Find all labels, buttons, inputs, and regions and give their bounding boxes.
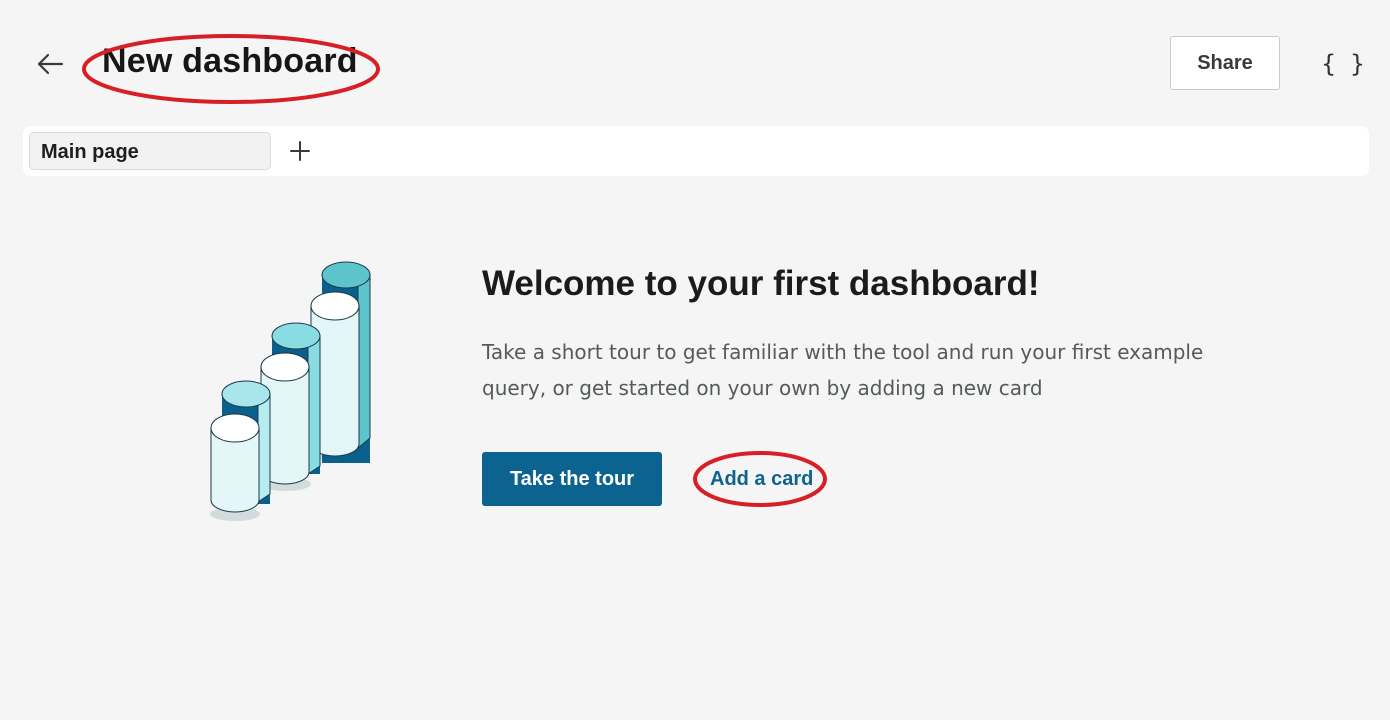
page-title-container: New dashboard — [80, 32, 382, 106]
arrow-left-icon — [37, 53, 64, 75]
code-button[interactable]: { } — [1318, 44, 1368, 84]
dashboard-header: New dashboard Share { } — [0, 0, 1390, 125]
dashboard-illustration — [210, 261, 371, 521]
annotation-ellipse — [693, 451, 827, 507]
welcome-title: Welcome to your first dashboard! — [482, 264, 1040, 303]
back-button[interactable] — [30, 44, 70, 84]
welcome-description: Take a short tour to get familiar with t… — [482, 340, 1204, 400]
add-page-button[interactable] — [285, 136, 315, 166]
take-tour-button[interactable]: Take the tour — [482, 452, 662, 506]
annotation-ellipse — [82, 34, 380, 104]
page-tab-bar: Main page — [23, 126, 1369, 176]
share-button[interactable]: Share — [1170, 36, 1280, 90]
braces-icon: { } — [1321, 50, 1365, 78]
add-card-container: Add a card — [692, 450, 828, 508]
plus-icon — [290, 141, 310, 161]
tab-main-page[interactable]: Main page — [29, 132, 271, 170]
